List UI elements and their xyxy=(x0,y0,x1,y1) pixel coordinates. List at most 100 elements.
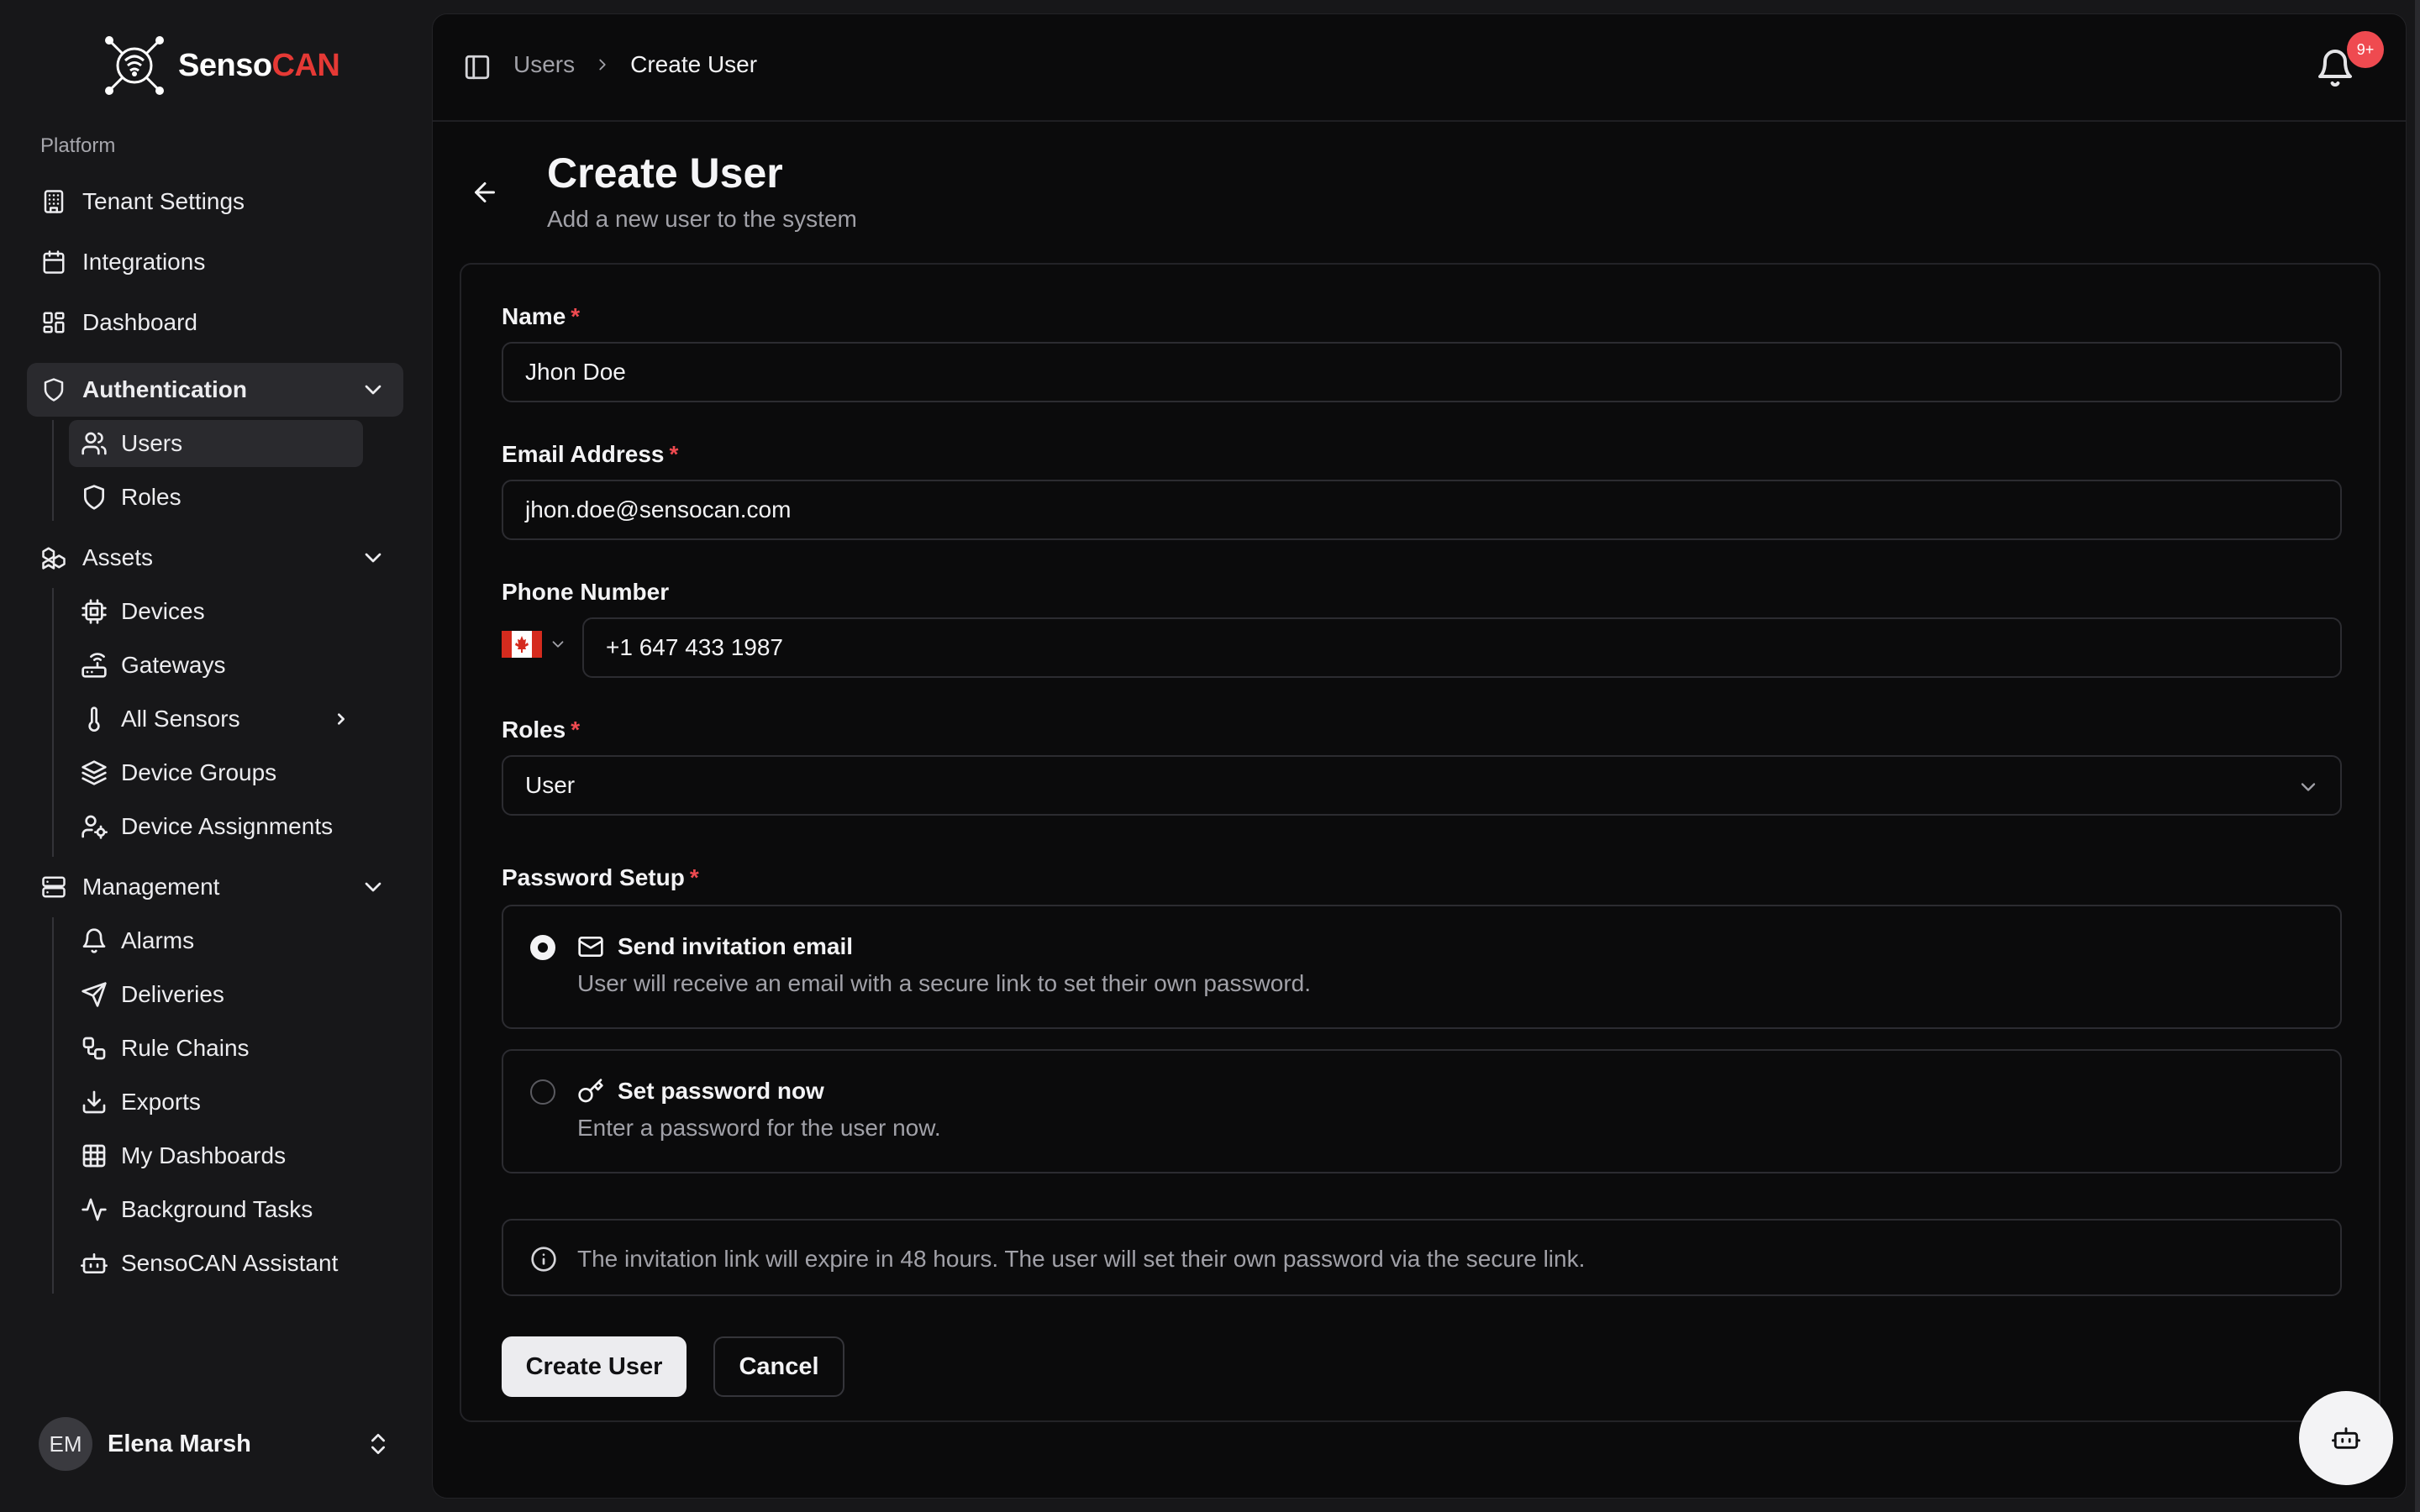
info-icon xyxy=(531,1247,556,1272)
sidebar-item-dashboard[interactable]: Dashboard xyxy=(27,296,403,349)
sidebar-item-gateways[interactable]: Gateways xyxy=(69,642,363,689)
chevron-right-icon[interactable] xyxy=(328,706,355,732)
sidebar-item-label: Device Assignments xyxy=(121,813,334,839)
cancel-button[interactable]: Cancel xyxy=(713,1336,844,1397)
sidebar-item-label: Tenant Settings xyxy=(82,188,245,214)
sidebar-item-label: Authentication xyxy=(82,376,247,402)
main-panel: Users Create User 9+ Create User Add a n… xyxy=(432,13,2407,1499)
assistant-fab-button[interactable] xyxy=(2299,1391,2393,1485)
sidebar-item-all-sensors[interactable]: All Sensors xyxy=(69,696,363,743)
sidebar-item-label: Device Groups xyxy=(121,759,277,785)
thermometer-icon xyxy=(88,706,100,732)
required-mark: * xyxy=(669,441,679,467)
bot-icon xyxy=(2332,1427,2360,1449)
sidebar-item-users[interactable]: Users xyxy=(69,420,363,467)
sidebar-item-label: Roles xyxy=(121,484,182,510)
sidebar-toggle-icon[interactable] xyxy=(463,53,492,81)
chevron-down-icon[interactable] xyxy=(360,376,387,403)
page-subtitle: Add a new user to the system xyxy=(547,206,857,232)
sidebar-item-label: My Dashboards xyxy=(121,1142,287,1168)
brand-logo[interactable]: SensoCAN xyxy=(101,34,340,97)
breadcrumb-current: Create User xyxy=(630,51,758,77)
calendar-icon xyxy=(40,249,67,276)
sidebar-item-label: Gateways xyxy=(121,652,226,678)
name-input[interactable]: Jhon Doe xyxy=(502,342,2342,402)
option-description: Enter a password for the user now. xyxy=(577,1115,941,1141)
sidebar-item-label: Assets xyxy=(82,544,154,570)
user-name: Elena Marsh xyxy=(108,1430,251,1457)
workflow-icon xyxy=(82,1037,106,1060)
chevron-down-icon[interactable] xyxy=(360,544,387,571)
sidebar-item-authentication[interactable]: Authentication xyxy=(27,363,403,417)
breadcrumb-link-users[interactable]: Users xyxy=(513,51,575,78)
chevrons-up-down-icon xyxy=(371,1434,385,1454)
chevron-down-icon xyxy=(2301,783,2316,791)
email-label: Email Address * xyxy=(502,441,678,468)
brand-name: SensoCAN xyxy=(178,47,340,84)
sidebar-item-device-assignments[interactable]: Device Assignments xyxy=(69,803,363,850)
user-menu[interactable]: EM Elena Marsh xyxy=(39,1416,392,1472)
password-setup-label: Password Setup * xyxy=(502,864,699,891)
sidebar-item-device-groups[interactable]: Device Groups xyxy=(69,749,363,796)
radio-set-password[interactable] xyxy=(530,1079,555,1105)
sidebar-item-label: Users xyxy=(121,430,183,456)
sidebar-item-exports[interactable]: Exports xyxy=(69,1079,363,1126)
sensocan-logo-icon xyxy=(105,36,164,95)
sidebar-item-label: Exports xyxy=(121,1089,201,1115)
sidebar-item-rule-chains[interactable]: Rule Chains xyxy=(69,1025,363,1072)
radio-send-invitation[interactable] xyxy=(530,935,555,960)
breadcrumb: Users Create User xyxy=(513,51,757,78)
required-mark: * xyxy=(689,864,699,890)
sidebar-item-alarms[interactable]: Alarms xyxy=(69,917,363,964)
sidebar-tree-rail xyxy=(52,917,54,1294)
chevron-right-icon xyxy=(599,59,606,71)
page-title: Create User xyxy=(547,150,783,197)
sidebar: SensoCAN Platform Tenant Settings Integr… xyxy=(0,0,430,1512)
notification-badge: 9+ xyxy=(2347,31,2384,68)
sidebar-item-label: Alarms xyxy=(121,927,195,953)
roles-select[interactable]: User xyxy=(502,755,2342,816)
country-select[interactable] xyxy=(502,631,567,658)
sidebar-item-roles[interactable]: Roles xyxy=(69,474,363,521)
sidebar-item-label: Background Tasks xyxy=(121,1196,313,1222)
required-mark: * xyxy=(571,717,581,743)
sidebar-tree-rail xyxy=(52,420,54,521)
sidebar-item-tenant-settings[interactable]: Tenant Settings xyxy=(27,175,403,228)
sidebar-item-devices[interactable]: Devices xyxy=(69,588,363,635)
info-text: The invitation link will expire in 48 ho… xyxy=(577,1246,1586,1272)
roles-select-value: User xyxy=(525,772,576,798)
bot-icon xyxy=(81,1253,108,1273)
name-label: Name * xyxy=(502,303,580,330)
top-bar: Users Create User 9+ xyxy=(433,14,2406,122)
arrow-left-icon[interactable] xyxy=(470,177,500,207)
chevron-down-icon[interactable] xyxy=(360,874,387,900)
shield-icon xyxy=(84,485,104,510)
sidebar-item-management[interactable]: Management xyxy=(27,860,403,914)
create-user-button[interactable]: Create User xyxy=(502,1336,687,1397)
chevron-down-icon xyxy=(552,641,564,648)
option-set-password[interactable]: Set password now Enter a password for th… xyxy=(502,1049,2342,1173)
sidebar-item-label: All Sensors xyxy=(121,706,240,732)
server-icon xyxy=(40,874,67,900)
sidebar-item-deliveries[interactable]: Deliveries xyxy=(69,971,363,1018)
activity-icon xyxy=(82,1198,107,1221)
key-icon xyxy=(578,1079,603,1103)
users-icon xyxy=(82,432,107,455)
cpu-icon xyxy=(82,599,107,624)
option-title: Send invitation email xyxy=(618,933,854,959)
avatar: EM xyxy=(39,1417,92,1471)
brand-name-main: Senso xyxy=(178,47,272,83)
option-send-invitation[interactable]: Send invitation email User will receive … xyxy=(502,905,2342,1029)
password-setup-label-text: Password Setup xyxy=(502,864,685,890)
sidebar-item-background-tasks[interactable]: Background Tasks xyxy=(69,1186,363,1233)
sidebar-group-label: Platform xyxy=(40,134,116,157)
phone-input[interactable]: +1 647 433 1987 xyxy=(582,617,2342,678)
sidebar-item-my-dashboards[interactable]: My Dashboards xyxy=(69,1132,363,1179)
sidebar-item-sensocan-assistant[interactable]: SensoCAN Assistant xyxy=(69,1240,363,1287)
name-label-text: Name xyxy=(502,303,566,329)
sidebar-item-integrations[interactable]: Integrations xyxy=(27,235,403,289)
email-input[interactable]: jhon.doe@sensocan.com xyxy=(502,480,2342,540)
sidebar-item-assets[interactable]: Assets xyxy=(27,531,403,585)
sidebar-item-label: Rule Chains xyxy=(121,1035,250,1061)
roles-label-text: Roles xyxy=(502,717,566,743)
